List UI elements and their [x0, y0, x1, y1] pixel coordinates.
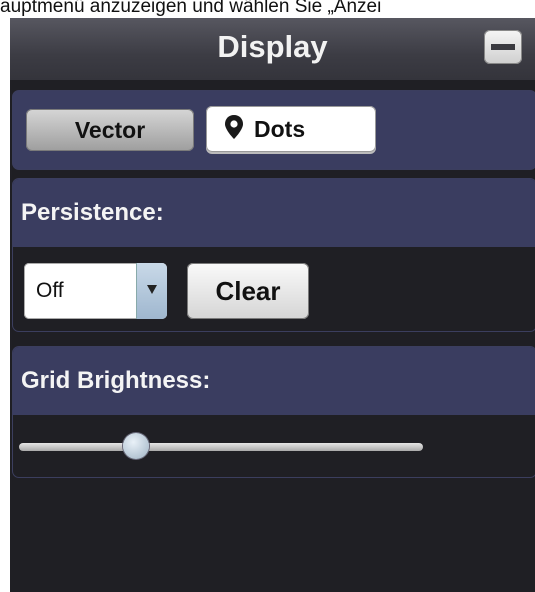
dots-button[interactable]: Dots	[206, 106, 376, 152]
persistence-section: Persistence: Off Clear	[12, 178, 535, 332]
title-bar: Display	[10, 18, 535, 80]
panel-title: Display	[217, 29, 328, 64]
minimize-button[interactable]	[484, 30, 522, 64]
vector-button[interactable]: Vector	[26, 109, 194, 151]
background-caption-text: auptmenü anzuzeigen und wählen Sie „Anze…	[0, 0, 382, 17]
persistence-select[interactable]: Off	[24, 263, 167, 319]
clear-button[interactable]: Clear	[187, 263, 309, 319]
dots-button-label: Dots	[254, 116, 306, 142]
display-mode-section: Vector Dots	[12, 90, 535, 170]
persistence-label: Persistence:	[13, 179, 535, 247]
display-panel: Display Vector Dots Persistence: Off Cle…	[10, 18, 535, 592]
slider-track[interactable]	[19, 443, 423, 451]
dropdown-arrow-icon[interactable]	[136, 263, 167, 319]
grid-brightness-label: Grid Brightness:	[13, 347, 535, 415]
minus-icon	[491, 44, 515, 50]
grid-brightness-section: Grid Brightness:	[12, 346, 535, 478]
grid-brightness-slider[interactable]	[19, 429, 423, 469]
persistence-select-value: Off	[36, 279, 64, 302]
slider-thumb[interactable]	[123, 433, 150, 459]
location-pin-icon	[225, 115, 243, 139]
